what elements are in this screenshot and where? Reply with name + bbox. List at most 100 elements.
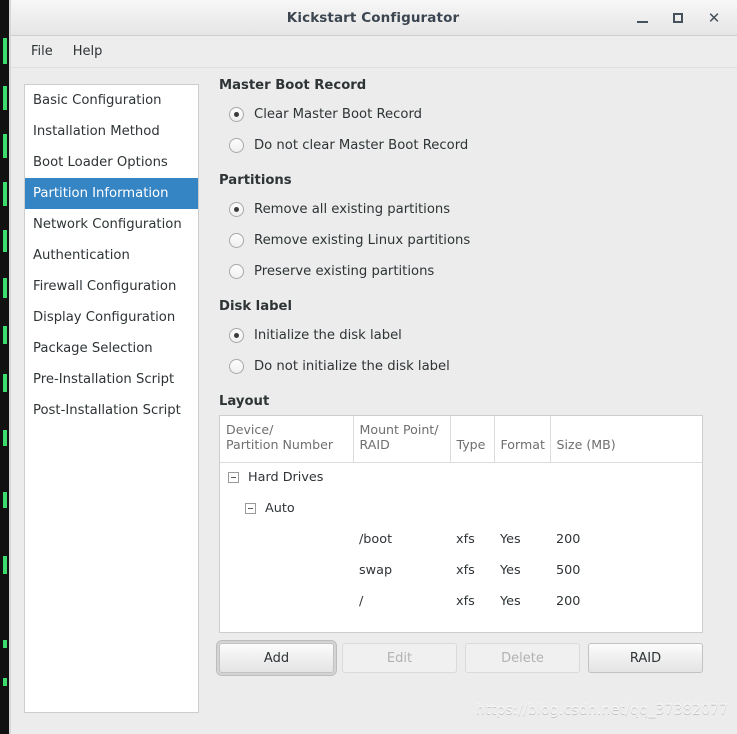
column-header-type[interactable]: Type: [450, 416, 495, 463]
window-left-edge: [9, 0, 11, 734]
cell-mount-point: /boot: [359, 532, 393, 547]
tree-expander-collapse-icon[interactable]: [245, 503, 256, 514]
radio-preserve-partitions[interactable]: Preserve existing partitions: [207, 256, 727, 287]
cell-format: [494, 462, 550, 493]
menu-item-help[interactable]: Help: [63, 41, 113, 62]
edit-button: Edit: [342, 643, 457, 673]
radio-label-remove-all-partitions: Remove all existing partitions: [254, 202, 451, 217]
sidebar-item-authentication[interactable]: Authentication: [25, 240, 198, 271]
table-header-row: Device/ Partition Number Mount Point/ RA…: [220, 416, 702, 463]
application-window: Kickstart Configurator ✕ File Help Basic…: [0, 0, 737, 734]
table-row[interactable]: /boot xfs Yes 200: [220, 524, 702, 555]
cell-device: [220, 524, 353, 555]
sidebar-item-label: Pre-Installation Script: [33, 372, 175, 387]
radio-indicator-initialize-disk-label[interactable]: [229, 328, 244, 343]
title-bar: Kickstart Configurator ✕: [9, 0, 737, 36]
tree-node-label: Auto: [265, 501, 295, 516]
sidebar-item-label: Basic Configuration: [33, 93, 162, 108]
main-panel: Master Boot Record Clear Master Boot Rec…: [207, 78, 727, 728]
maximize-button[interactable]: [661, 3, 695, 33]
cell-device: Hard Drives: [220, 462, 353, 493]
column-header-size-line1: Size (MB): [556, 437, 616, 452]
radio-indicator-do-not-clear-mbr[interactable]: [229, 138, 244, 153]
radio-indicator-remove-linux-partitions[interactable]: [229, 233, 244, 248]
partition-layout-table-container[interactable]: Device/ Partition Number Mount Point/ RA…: [219, 415, 703, 633]
sidebar-item-pre-installation-script[interactable]: Pre-Installation Script: [25, 364, 198, 395]
cell-mount-point: [353, 462, 450, 493]
radio-label-initialize-disk-label: Initialize the disk label: [254, 328, 402, 343]
cell-size: 200: [556, 532, 581, 547]
close-icon: ✕: [707, 8, 721, 27]
radio-label-do-not-initialize-disk-label: Do not initialize the disk label: [254, 359, 450, 374]
group-disk-label: Disk label Initialize the disk label Do …: [207, 299, 727, 382]
column-header-size[interactable]: Size (MB): [550, 416, 702, 463]
maximize-icon: [673, 13, 683, 23]
minimize-icon: [636, 21, 648, 23]
radio-remove-all-partitions[interactable]: Remove all existing partitions: [207, 194, 727, 225]
table-row[interactable]: / xfs Yes 200: [220, 586, 702, 617]
column-header-type-line1: Type: [456, 437, 486, 452]
column-header-mount-point[interactable]: Mount Point/ RAID: [353, 416, 451, 463]
sidebar-item-label: Network Configuration: [33, 217, 182, 232]
column-header-mount-line1: Mount Point/: [359, 422, 439, 437]
sidebar-item-label: Display Configuration: [33, 310, 176, 325]
cell-format: Yes: [500, 532, 521, 547]
button-label: Delete: [501, 650, 544, 666]
group-title-master-boot-record: Master Boot Record: [219, 78, 367, 93]
group-layout: Layout Device/ Partition Number Mount Po…: [207, 394, 727, 676]
sidebar-item-label: Firewall Configuration: [33, 279, 177, 294]
cell-type: xfs: [456, 594, 475, 609]
radio-indicator-remove-all-partitions[interactable]: [229, 202, 244, 217]
table-row[interactable]: Auto: [220, 493, 702, 524]
add-button[interactable]: Add: [216, 640, 337, 676]
cell-format: [494, 493, 550, 524]
menu-item-file[interactable]: File: [21, 41, 63, 62]
group-title-disk-label: Disk label: [219, 299, 293, 314]
sidebar-item-firewall-configuration[interactable]: Firewall Configuration: [25, 271, 198, 302]
sidebar-item-installation-method[interactable]: Installation Method: [25, 116, 198, 147]
sidebar-item-network-configuration[interactable]: Network Configuration: [25, 209, 198, 240]
cell-device: [220, 586, 353, 617]
radio-clear-mbr[interactable]: Clear Master Boot Record: [207, 99, 727, 130]
sidebar-item-label: Partition Information: [33, 186, 169, 201]
menu-bar: File Help: [9, 36, 737, 68]
group-title-layout: Layout: [219, 394, 270, 409]
sidebar-item-label: Installation Method: [33, 124, 160, 139]
cell-mount-point: [353, 493, 450, 524]
cell-device: [220, 555, 353, 586]
cell-type: [450, 493, 494, 524]
cell-device: Auto: [220, 493, 353, 524]
radio-indicator-preserve-partitions[interactable]: [229, 264, 244, 279]
radio-initialize-disk-label[interactable]: Initialize the disk label: [207, 320, 727, 351]
cell-size: [550, 493, 702, 524]
close-button[interactable]: ✕: [697, 3, 731, 33]
table-row[interactable]: swap xfs Yes 500: [220, 555, 702, 586]
column-header-device-line1: Device/: [226, 422, 274, 437]
sidebar-item-partition-information[interactable]: Partition Information: [25, 178, 198, 209]
tree-expander-collapse-icon[interactable]: [228, 472, 239, 484]
table-row[interactable]: Hard Drives: [220, 462, 702, 493]
sidebar-item-basic-configuration[interactable]: Basic Configuration: [25, 85, 198, 116]
minimize-button[interactable]: [625, 3, 659, 33]
cell-size: 200: [556, 594, 581, 609]
sidebar-item-boot-loader-options[interactable]: Boot Loader Options: [25, 147, 198, 178]
raid-button[interactable]: RAID: [588, 643, 703, 673]
cell-format: Yes: [500, 594, 521, 609]
sidebar-item-display-configuration[interactable]: Display Configuration: [25, 302, 198, 333]
table-header: Device/ Partition Number Mount Point/ RA…: [220, 416, 702, 463]
column-header-format[interactable]: Format: [494, 416, 551, 463]
radio-label-do-not-clear-mbr: Do not clear Master Boot Record: [254, 138, 469, 153]
content-area: Basic Configuration Installation Method Bo…: [11, 68, 737, 734]
radio-label-clear-mbr: Clear Master Boot Record: [254, 107, 423, 122]
radio-remove-linux-partitions[interactable]: Remove existing Linux partitions: [207, 225, 727, 256]
sidebar-item-post-installation-script[interactable]: Post-Installation Script: [25, 395, 198, 426]
layout-action-buttons: Add Edit Delete RAID: [216, 640, 703, 676]
radio-indicator-do-not-initialize-disk-label[interactable]: [229, 359, 244, 374]
sidebar-item-package-selection[interactable]: Package Selection: [25, 333, 198, 364]
radio-do-not-initialize-disk-label[interactable]: Do not initialize the disk label: [207, 351, 727, 382]
sidebar-item-label: Authentication: [33, 248, 130, 263]
radio-do-not-clear-mbr[interactable]: Do not clear Master Boot Record: [207, 130, 727, 161]
radio-indicator-clear-mbr[interactable]: [229, 107, 244, 122]
column-header-device[interactable]: Device/ Partition Number: [220, 416, 354, 463]
column-header-format-line1: Format: [500, 437, 545, 452]
